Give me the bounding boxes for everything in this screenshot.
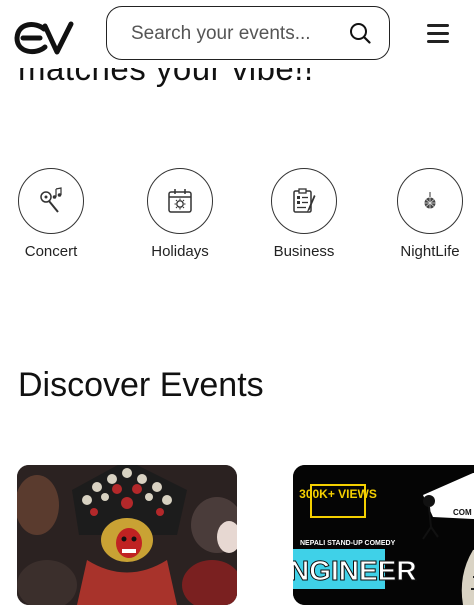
standup-comedy-poster: 300K+ VIEWS NEPALI STAND-UP COMEDY NGINE… xyxy=(293,465,474,605)
category-label: Concert xyxy=(24,243,78,260)
event-card[interactable]: 300K+ VIEWS NEPALI STAND-UP COMEDY NGINE… xyxy=(293,465,474,605)
svg-text:300K+ VIEWS: 300K+ VIEWS xyxy=(299,487,377,501)
category-label: Business xyxy=(273,243,335,260)
svg-text:COM: COM xyxy=(453,508,472,517)
calendar-sun-icon xyxy=(147,168,213,234)
top-header: EV xyxy=(0,0,474,68)
category-concert[interactable]: Concert xyxy=(0,168,106,260)
category-label: NightLife xyxy=(400,243,460,260)
svg-text:NGINEER: NGINEER xyxy=(293,555,417,586)
category-label: Holidays xyxy=(151,243,209,260)
search-icon[interactable] xyxy=(349,22,371,44)
clipboard-checklist-icon xyxy=(271,168,337,234)
hamburger-menu-icon[interactable] xyxy=(427,24,449,44)
search-bar[interactable] xyxy=(106,6,390,60)
category-business[interactable]: Business xyxy=(249,168,359,260)
discover-events-title: Discover Events xyxy=(18,366,264,404)
disco-ball-icon xyxy=(397,168,463,234)
ev-logo[interactable]: EV xyxy=(14,20,74,56)
festival-mask-photo xyxy=(17,465,237,605)
event-card[interactable] xyxy=(17,465,237,605)
svg-text:NEPALI STAND-UP COMEDY: NEPALI STAND-UP COMEDY xyxy=(300,540,396,547)
search-input[interactable] xyxy=(129,19,333,49)
guitar-music-icon xyxy=(18,168,84,234)
category-nightlife[interactable]: NightLife xyxy=(375,168,474,260)
category-holidays[interactable]: Holidays xyxy=(125,168,235,260)
